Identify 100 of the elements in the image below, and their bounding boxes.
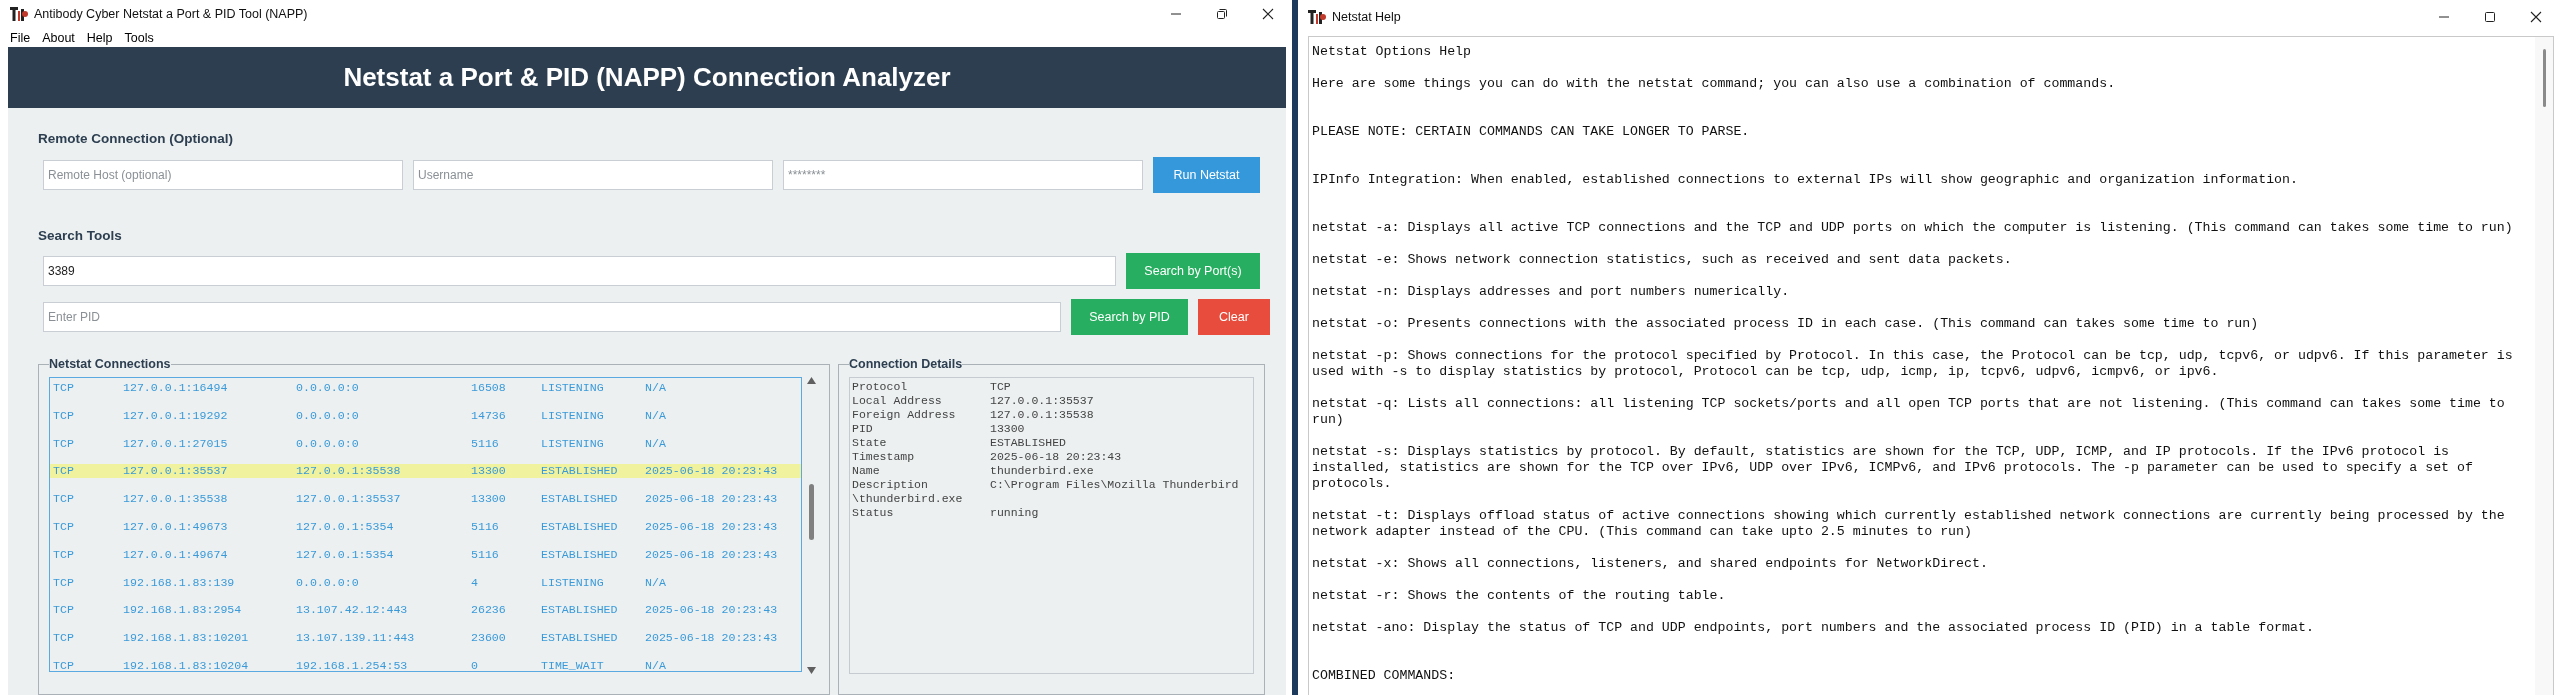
help-paragraph: netstat -r: Shows the contents of the routing table. xyxy=(1312,588,1727,604)
scroll-down-icon[interactable] xyxy=(806,667,816,674)
table-cell-text: N/A xyxy=(645,408,667,423)
table-cell-text: 127.0.0.1:19292 xyxy=(123,408,229,423)
port-field[interactable]: 3389 xyxy=(43,256,1116,286)
table-cell-text: 2025-06-18 20:23:43 xyxy=(645,547,779,562)
help-paragraph: Here are some things you can do with the netstat command; you can also use a combination of commands. xyxy=(1312,76,2117,92)
table-cell-text: 13300 xyxy=(471,464,507,479)
table-row[interactable]: TCP 192.168.1.83:10204 192.168.1.254:53 0 TIME_WAIT N/A xyxy=(50,658,801,671)
detail-row-text: PID 13300 xyxy=(852,422,1026,436)
table-cell-text: TCP xyxy=(53,658,75,671)
table-cell-text: 127.0.0.1:35538 xyxy=(123,492,229,507)
table-cell-text: 4 xyxy=(471,575,479,590)
table-row[interactable]: TCP 127.0.0.1:49673 127.0.0.1:5354 5116 ESTABLISHED 2025-06-18 20:23:43 xyxy=(50,520,801,534)
table-cell-text: ESTABLISHED xyxy=(541,492,619,507)
scrollbar-thumb[interactable] xyxy=(2542,49,2546,107)
menu-item[interactable]: Help xyxy=(80,30,119,45)
table-cell-text: TCP xyxy=(53,547,75,562)
remote-host-field[interactable]: Remote Host (optional) xyxy=(43,160,403,190)
table-cell-text: 192.168.1.83:10201 xyxy=(123,631,250,646)
table-row[interactable]: TCP 127.0.0.1:16494 0.0.0.0:0 16508 LISTENING N/A xyxy=(50,381,801,395)
table-row[interactable]: TCP 127.0.0.1:35537 127.0.0.1:35538 13300 ESTABLISHED 2025-06-18 20:23:43 xyxy=(50,464,801,479)
table-cell-text: 127.0.0.1:5354 xyxy=(296,547,395,562)
table-cell-text: TCP xyxy=(53,631,75,646)
detail-row-text: State ESTABLISHED xyxy=(852,436,1067,450)
table-row[interactable]: TCP 127.0.0.1:27015 0.0.0.0:0 5116 LISTENING N/A xyxy=(50,436,801,451)
table-cell-text: 192.168.1.83:2954 xyxy=(123,603,243,618)
table-cell-text: 0 xyxy=(471,658,479,671)
table-cell-text: 192.168.1.254:53 xyxy=(296,658,409,671)
table-cell-text: N/A xyxy=(645,381,667,395)
table-cell-text: 26236 xyxy=(471,603,507,618)
username-field[interactable]: Username xyxy=(413,160,773,190)
table-cell-text: N/A xyxy=(645,575,667,590)
menu-item[interactable]: About xyxy=(36,30,81,45)
restore-icon[interactable] xyxy=(1216,8,1228,20)
table-row[interactable]: TCP 127.0.0.1:49674 127.0.0.1:5354 5116 ESTABLISHED 2025-06-18 20:23:43 xyxy=(50,547,801,562)
menu-item[interactable]: File xyxy=(4,30,37,45)
help-paragraph: COMBINED COMMANDS: xyxy=(1312,668,1457,684)
clear-button[interactable]: Clear xyxy=(1198,299,1270,335)
table-cell-text: 127.0.0.1:5354 xyxy=(296,520,395,534)
table-cell-text: 127.0.0.1:35537 xyxy=(296,492,402,507)
table-cell-text: 2025-06-18 20:23:43 xyxy=(645,520,779,534)
table-row[interactable]: TCP 192.168.1.83:10201 13.107.139.11:443 23600 ESTABLISHED 2025-06-18 20:23:43 xyxy=(50,631,801,646)
table-cell-text: 13.107.139.11:443 xyxy=(296,631,416,646)
table-cell-text: 2025-06-18 20:23:43 xyxy=(645,631,779,646)
detail-row-text: Status running xyxy=(852,506,1040,520)
group-title: Netstat Connections xyxy=(49,357,171,371)
table-cell-text: 127.0.0.1:27015 xyxy=(123,436,229,451)
close-icon[interactable] xyxy=(2530,11,2542,23)
help-paragraph: Netstat Options Help xyxy=(1312,44,1473,60)
detail-row-text: Protocol TCP xyxy=(852,380,1012,394)
table-row[interactable]: TCP 192.168.1.83:139 0.0.0.0:0 4 LISTENING N/A xyxy=(50,575,801,590)
maximize-icon[interactable] xyxy=(2484,11,2496,23)
run-netstat-button[interactable]: Run Netstat xyxy=(1153,157,1260,193)
table-cell-text: N/A xyxy=(645,436,667,451)
table-cell-text: 0.0.0.0:0 xyxy=(296,436,360,451)
app-heading: Netstat a Port & PID (NAPP) Connection Analyzer xyxy=(343,62,951,93)
table-row[interactable]: TCP 127.0.0.1:35538 127.0.0.1:35537 13300 ESTABLISHED 2025-06-18 20:23:43 xyxy=(50,492,801,507)
table-row[interactable]: TCP 127.0.0.1:19292 0.0.0.0:0 14736 LISTENING N/A xyxy=(50,408,801,423)
window-title: Antibody Cyber Netstat a Port & PID Tool (NAPP) xyxy=(34,7,309,21)
table-cell-text: 2025-06-18 20:23:43 xyxy=(645,464,779,479)
table-cell-text: 5116 xyxy=(471,520,500,534)
help-paragraph: netstat -t: Displays offload status of active connections showing which currently established network connections are currently being processed by the network adapter instead of the CPU. (This command can take upto 2.5 minutes to run) xyxy=(1312,508,2506,540)
table-cell-text: 0.0.0.0:0 xyxy=(296,408,360,423)
close-icon[interactable] xyxy=(1262,8,1274,20)
help-paragraph: netstat -o: Presents connections with the associated process ID in each case. (This command can takes some time to run) xyxy=(1312,316,2260,332)
table-cell-text: 0.0.0.0:0 xyxy=(296,381,360,395)
table-cell-text: 2025-06-18 20:23:43 xyxy=(645,492,779,507)
table-cell-text: N/A xyxy=(645,658,667,671)
table-cell-text: TCP xyxy=(53,408,75,423)
help-paragraph: netstat -p: Shows connections for the protocol specified by Protocol. In this case, the Protocol can be tcp, udp, tcpv6, or udpv6. If this parameter is used with -s to display statistics by protocol, Protocol can be tcp, udp, icmp, ip, tcpv6, udpv6, icmpv6, or ipv6. xyxy=(1312,348,2514,380)
detail-row-text: Timestamp 2025-06-18 20:23:43 xyxy=(852,450,1123,464)
section-title: Search Tools xyxy=(38,227,123,244)
table-cell-text: ESTABLISHED xyxy=(541,520,619,534)
password-field[interactable]: ******** xyxy=(783,160,1143,190)
table-cell-text: 16508 xyxy=(471,381,507,395)
table-cell-text: 0.0.0.0:0 xyxy=(296,575,360,590)
table-cell-text: TCP xyxy=(53,436,75,451)
help-paragraph: netstat -a: Displays all active TCP connections and the TCP and UDP ports on which the computer is listening. (This command can takes some time to run) xyxy=(1312,220,2514,236)
table-cell-text: LISTENING xyxy=(541,408,605,423)
table-cell-text: ESTABLISHED xyxy=(541,631,619,646)
pid-field[interactable]: Enter PID xyxy=(43,302,1061,332)
detail-row-text: Local Address 127.0.0.1:35537 xyxy=(852,394,1095,408)
table-row[interactable]: TCP 192.168.1.83:2954 13.107.42.12:443 26236 ESTABLISHED 2025-06-18 20:23:43 xyxy=(50,603,801,618)
scroll-up-icon[interactable] xyxy=(806,377,816,384)
table-cell-text: ESTABLISHED xyxy=(541,464,619,479)
table-cell-text: TIME_WAIT xyxy=(541,658,605,671)
logo-icon xyxy=(10,6,28,22)
menu-item[interactable]: Tools xyxy=(118,30,160,45)
scrollbar-thumb[interactable] xyxy=(808,484,814,540)
table-cell-text: 127.0.0.1:49673 xyxy=(123,520,229,534)
detail-row-text: Name thunderbird.exe xyxy=(852,464,1095,478)
search-port-button[interactable]: Search by Port(s) xyxy=(1126,253,1260,289)
help-paragraph: netstat -e: Shows network connection statistics, such as received and sent data packets. xyxy=(1312,252,2013,268)
table-cell-text: 5116 xyxy=(471,547,500,562)
search-pid-button[interactable]: Search by PID xyxy=(1071,299,1188,335)
detail-row-text: Foreign Address 127.0.0.1:35538 xyxy=(852,408,1095,422)
help-paragraph: netstat -n: Displays addresses and port numbers numerically. xyxy=(1312,284,1791,300)
table-cell-text: LISTENING xyxy=(541,575,605,590)
table-cell-text: LISTENING xyxy=(541,381,605,395)
